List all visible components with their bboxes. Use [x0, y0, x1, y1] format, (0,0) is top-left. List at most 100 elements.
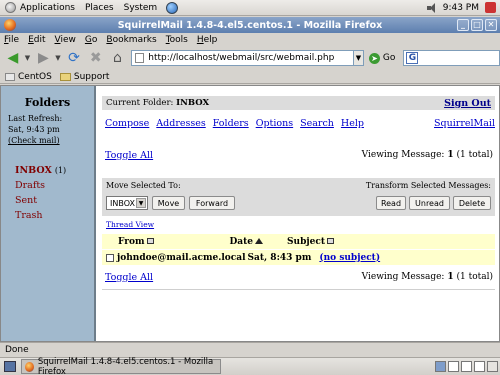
- last-refresh-label: Last Refresh:: [8, 114, 63, 123]
- home-icon[interactable]: ⌂: [108, 49, 128, 67]
- show-desktop-icon[interactable]: [4, 361, 16, 372]
- forward-history-dropdown-icon[interactable]: ▼: [55, 54, 62, 62]
- volume-icon[interactable]: [426, 2, 437, 13]
- url-history-dropdown-icon[interactable]: ▼: [354, 50, 364, 66]
- close-button[interactable]: ✕: [485, 19, 497, 31]
- page-icon: [135, 53, 145, 63]
- user-switcher-icon[interactable]: [485, 2, 496, 13]
- menu-go[interactable]: Go: [85, 35, 98, 45]
- bookmark-centos-label: CentOS: [18, 71, 52, 82]
- places-menu-label: Places: [84, 2, 114, 13]
- move-selected-label: Move Selected To:: [106, 181, 181, 190]
- table-row[interactable]: johndoe@mail.acme.local Sat, 8:43 pm (no…: [102, 250, 495, 265]
- menu-bookmarks[interactable]: Bookmarks: [106, 35, 156, 45]
- reload-icon[interactable]: ⟳: [64, 49, 84, 67]
- menu-edit[interactable]: Edit: [28, 35, 45, 45]
- menu-go-rest: o: [91, 35, 98, 45]
- back-history-dropdown-icon[interactable]: ▼: [25, 54, 32, 62]
- folder-sent[interactable]: Sent: [15, 193, 94, 208]
- navigation-toolbar: ◀ ▼ ▶ ▼ ⟳ ✖ ⌂ http://localhost/webmail/s…: [0, 47, 500, 69]
- toggle-all-link-top[interactable]: Toggle All: [105, 150, 153, 161]
- back-arrow-icon[interactable]: ◀: [3, 49, 23, 67]
- message-subject-link[interactable]: (no subject): [319, 253, 380, 263]
- subject-column-header[interactable]: Subject: [287, 237, 334, 247]
- url-text: http://localhost/webmail/src/webmail.php: [148, 53, 335, 63]
- subject-column-label: Subject: [287, 236, 325, 247]
- message-list-frame: Current Folder: INBOX Sign Out Compose A…: [98, 86, 499, 341]
- thread-view-link[interactable]: Thread View: [106, 220, 154, 229]
- applications-menu-label: Applications: [20, 2, 75, 13]
- system-menu-label: System: [123, 2, 158, 13]
- forward-arrow-icon[interactable]: ▶: [34, 49, 54, 67]
- addresses-link[interactable]: Addresses: [156, 118, 205, 129]
- menu-tools-rest: ools: [169, 35, 188, 45]
- move-target-select[interactable]: INBOX ▼: [106, 196, 148, 210]
- check-mail-link[interactable]: (Check mail): [8, 135, 94, 146]
- go-button[interactable]: ➤ Go: [368, 52, 396, 64]
- squirrelmail-brand-link[interactable]: SquirrelMail: [434, 118, 495, 129]
- sort-ascending-icon[interactable]: [255, 238, 264, 244]
- stop-icon[interactable]: ✖: [86, 49, 106, 67]
- workspace-4[interactable]: [474, 361, 485, 372]
- menu-help[interactable]: Help: [197, 35, 218, 45]
- from-column-header[interactable]: From: [118, 237, 154, 247]
- google-search-engine-icon[interactable]: G: [406, 52, 419, 64]
- workspace-1[interactable]: [435, 361, 446, 372]
- applications-menu[interactable]: Applications: [0, 0, 80, 16]
- status-text: Done: [5, 344, 29, 355]
- folders-frame: Folders Last Refresh: Sat, 9:43 pm (Chec…: [1, 86, 96, 341]
- search-input[interactable]: G: [403, 50, 500, 66]
- bookmark-centos[interactable]: CentOS: [5, 72, 52, 82]
- firefox-icon[interactable]: [4, 19, 16, 31]
- go-label: Go: [382, 53, 396, 63]
- menu-file[interactable]: File: [4, 35, 19, 45]
- trash-icon[interactable]: [487, 361, 498, 372]
- viewing-num-bottom: 1: [447, 272, 454, 282]
- system-menu[interactable]: System: [119, 0, 163, 16]
- maximize-button[interactable]: □: [471, 19, 483, 31]
- taskbar-firefox-window[interactable]: SquirrelMail 1.4.8-4.el5.centos.1 - Mozi…: [21, 357, 221, 375]
- sort-icon[interactable]: [146, 238, 154, 244]
- places-menu[interactable]: Places: [80, 0, 119, 16]
- message-select-checkbox[interactable]: [106, 253, 114, 262]
- panel-clock[interactable]: 9:43 PM: [443, 3, 479, 13]
- folder-icon: [59, 72, 71, 81]
- gnome-bottom-panel: SquirrelMail 1.4.8-4.el5.centos.1 - Mozi…: [0, 357, 500, 375]
- compose-link[interactable]: Compose: [105, 118, 149, 129]
- workspace-2[interactable]: [448, 361, 459, 372]
- url-input[interactable]: http://localhost/webmail/src/webmail.php: [131, 50, 355, 66]
- forward-button[interactable]: Forward: [189, 196, 235, 210]
- toggle-all-link-bottom[interactable]: Toggle All: [105, 272, 153, 283]
- folders-link[interactable]: Folders: [213, 118, 249, 129]
- sort-icon[interactable]: [327, 238, 334, 244]
- gnome-top-panel: Applications Places System 9:43 PM: [0, 0, 500, 16]
- mark-read-button[interactable]: Read: [376, 196, 406, 210]
- workspace-3[interactable]: [461, 361, 472, 372]
- options-link[interactable]: Options: [256, 118, 293, 129]
- move-button[interactable]: Move: [152, 196, 185, 210]
- folder-trash[interactable]: Trash: [15, 208, 94, 223]
- current-folder-label: Current Folder:: [106, 98, 174, 108]
- bookmark-folder-support[interactable]: Support: [59, 72, 109, 82]
- menu-help-accesskey: H: [196, 35, 204, 45]
- sign-out-link[interactable]: Sign Out: [444, 98, 491, 109]
- menu-tools[interactable]: Tools: [166, 35, 188, 45]
- folder-drafts[interactable]: Drafts: [15, 178, 94, 193]
- page-content: Folders Last Refresh: Sat, 9:43 pm (Chec…: [0, 85, 500, 342]
- from-column-label: From: [118, 236, 145, 247]
- minimize-button[interactable]: _: [457, 19, 469, 31]
- mark-unread-button[interactable]: Unread: [409, 196, 450, 210]
- web-browser-launcher-icon[interactable]: [166, 1, 179, 14]
- search-link[interactable]: Search: [300, 118, 334, 129]
- date-column-header[interactable]: Date: [230, 237, 264, 247]
- folder-inbox[interactable]: INBOX (1): [15, 163, 94, 178]
- help-link[interactable]: Help: [341, 118, 364, 129]
- viewing-total-bottom: (1 total): [456, 272, 493, 282]
- delete-button[interactable]: Delete: [453, 196, 491, 210]
- folders-title: Folders: [24, 96, 71, 109]
- viewing-total-top: (1 total): [456, 150, 493, 160]
- bookmark-page-icon: [5, 72, 15, 81]
- window-controls: _ □ ✕: [457, 19, 497, 31]
- window-titlebar[interactable]: SquirrelMail 1.4.8-4.el5.centos.1 - Mozi…: [0, 17, 500, 33]
- menu-view[interactable]: View: [55, 35, 76, 45]
